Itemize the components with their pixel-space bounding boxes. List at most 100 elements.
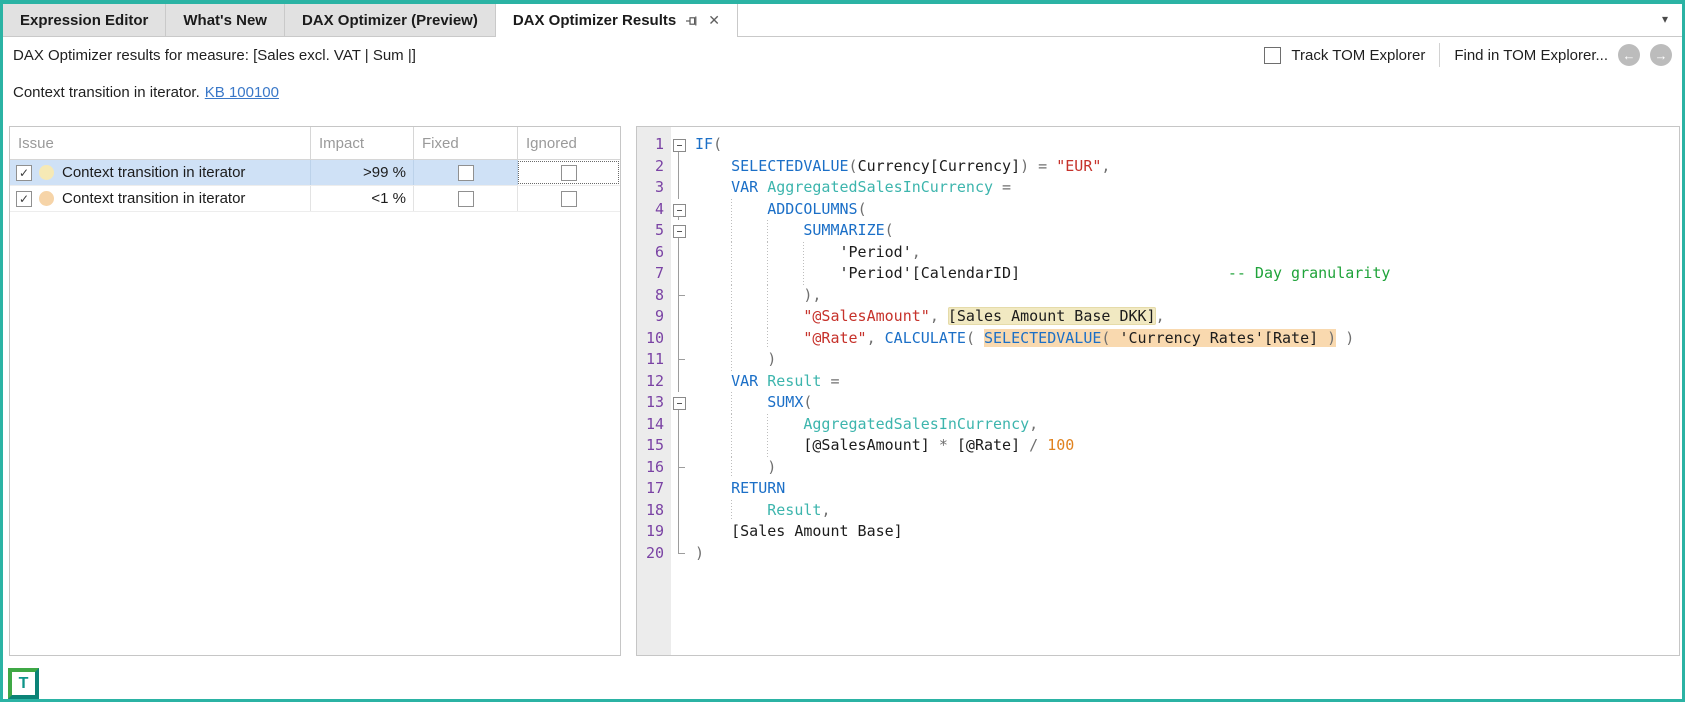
impact-cell: >99 % [310, 160, 413, 185]
tab-bar: Expression Editor What's New DAX Optimizer… [3, 4, 1682, 37]
nav-back-button[interactable]: ← [1618, 44, 1640, 66]
code-panel: 1 IF(2 SELECTEDVALUE(Currency[Currency]) … [636, 126, 1680, 656]
severity-dot-icon [39, 191, 54, 206]
code-text[interactable]: Result, [687, 499, 1679, 521]
code-line: 3 VAR AggregatedSalesInCurrency = [637, 177, 1679, 199]
code-text[interactable]: ), [687, 284, 1679, 306]
results-toolbar: DAX Optimizer results for measure: [Sale… [3, 37, 1682, 73]
fold-marker-icon [671, 542, 687, 565]
code-text[interactable]: [Sales Amount Base] [687, 521, 1679, 543]
fold-marker-icon[interactable] [671, 392, 687, 414]
code-text[interactable]: [@SalesAmount] * [@Rate] / 100 [687, 435, 1679, 457]
kb-link[interactable]: KB 100100 [205, 84, 279, 101]
code-line: 6 'Period', [637, 241, 1679, 264]
nav-forward-button[interactable]: → [1650, 44, 1672, 66]
fold-marker-icon [671, 456, 687, 479]
line-number: 14 [645, 414, 664, 433]
code-text[interactable]: AggregatedSalesInCurrency, [687, 413, 1679, 435]
column-header-impact[interactable]: Impact [310, 127, 413, 159]
code-text[interactable]: "@SalesAmount", [Sales Amount Base DKK], [687, 306, 1679, 328]
tab-what-s-new[interactable]: What's New [166, 4, 285, 37]
line-number: 3 [654, 178, 664, 196]
table-row[interactable]: ✓ Context transition in iterator <1 % [10, 186, 620, 212]
code-line: 1 IF( [637, 134, 1679, 156]
code-line: 8 ), [637, 284, 1679, 306]
code-line: 13 SUMX( [637, 392, 1679, 414]
code-text[interactable]: ADDCOLUMNS( [687, 198, 1679, 220]
impact-cell: <1 % [310, 186, 413, 211]
find-in-tom-explorer-button[interactable]: Find in TOM Explorer... [1454, 47, 1608, 64]
fold-marker-icon [671, 327, 687, 350]
code-text[interactable]: "@Rate", CALCULATE( SELECTEDVALUE( 'Curr… [687, 327, 1679, 349]
fold-marker-icon [671, 435, 687, 457]
fold-marker-icon [671, 413, 687, 436]
line-number: 19 [645, 522, 664, 540]
tab-bar-filler: ▾ [737, 4, 1682, 37]
fold-marker-icon [671, 263, 687, 285]
fold-marker-icon[interactable] [671, 134, 687, 156]
table-row[interactable]: ✓ Context transition in iterator >99 % [10, 160, 620, 186]
code-text[interactable]: ) [687, 456, 1679, 478]
code-line: 14 AggregatedSalesInCurrency, [637, 413, 1679, 436]
column-header-fixed[interactable]: Fixed [413, 127, 517, 159]
issue-label: Context transition in iterator [62, 164, 246, 181]
code-line: 2 SELECTEDVALUE(Currency[Currency]) = "E… [637, 155, 1679, 178]
issue-label: Context transition in iterator [62, 190, 246, 207]
toolbar-right: Track TOM Explorer Find in TOM Explorer.… [1264, 37, 1672, 73]
line-number: 20 [645, 543, 664, 562]
line-number: 15 [645, 436, 664, 454]
column-header-ignored[interactable]: Ignored [517, 127, 620, 159]
issue-cell: ✓ Context transition in iterator [10, 160, 310, 185]
column-header-issue[interactable]: Issue [10, 127, 310, 159]
fixed-checkbox[interactable] [457, 164, 474, 181]
code-text[interactable]: SUMMARIZE( [687, 220, 1679, 242]
code-line: 10 "@Rate", CALCULATE( SELECTEDVALUE( 'C… [637, 327, 1679, 350]
code-text[interactable]: RETURN [687, 478, 1679, 500]
issue-checkbox[interactable]: ✓ [16, 190, 32, 207]
line-number: 7 [654, 264, 664, 282]
tab-dax-optimizer-preview[interactable]: DAX Optimizer (Preview) [284, 4, 496, 37]
issues-table-header: Issue Impact Fixed Ignored [10, 127, 620, 160]
toolbar-separator [1439, 43, 1441, 67]
code-line: 5 SUMMARIZE( [637, 220, 1679, 242]
line-number: 10 [645, 328, 664, 347]
code-text[interactable]: 'Period', [687, 241, 1679, 263]
code-text[interactable]: SELECTEDVALUE(Currency[Currency]) = "EUR… [687, 156, 1679, 178]
fixed-checkbox[interactable] [457, 190, 474, 207]
track-tom-explorer-checkbox[interactable] [1264, 46, 1282, 64]
code-text[interactable]: ) [687, 543, 1679, 565]
code-text[interactable]: VAR Result = [687, 371, 1679, 393]
code-text[interactable]: SUMX( [687, 392, 1679, 414]
ignored-cell [517, 186, 620, 211]
code-line: 9 "@SalesAmount", [Sales Amount Base DKK… [637, 306, 1679, 328]
close-icon[interactable]: ✕ [708, 12, 720, 29]
code-line: 4 ADDCOLUMNS( [637, 198, 1679, 221]
ignored-checkbox[interactable] [561, 164, 577, 181]
fold-marker-icon [671, 306, 687, 328]
app-window: Expression Editor What's New DAX Optimizer… [0, 0, 1685, 702]
tab-dax-optimizer-results[interactable]: DAX Optimizer Results ✕ [495, 4, 738, 37]
fold-marker-icon [671, 499, 687, 522]
fold-marker-icon [671, 177, 687, 199]
tab-label: DAX Optimizer Results [512, 12, 677, 29]
issue-checkbox[interactable]: ✓ [16, 164, 32, 181]
code-line: 15 [@SalesAmount] * [@Rate] / 100 [637, 435, 1679, 457]
line-number: 5 [654, 221, 664, 239]
tab-expression-editor[interactable]: Expression Editor [3, 4, 167, 37]
code-line: 12 VAR Result = [637, 370, 1679, 393]
fold-marker-icon [671, 241, 687, 264]
fold-marker-icon [671, 521, 687, 543]
fold-marker-icon[interactable] [671, 220, 687, 242]
code-text[interactable]: VAR AggregatedSalesInCurrency = [687, 177, 1679, 199]
code-text[interactable]: IF( [687, 134, 1679, 156]
issues-panel: Issue Impact Fixed Ignored ✓ Context tran… [9, 126, 621, 656]
code-line: 16 ) [637, 456, 1679, 479]
line-number: 12 [645, 371, 664, 390]
tab-list-dropdown-icon[interactable]: ▾ [1662, 12, 1668, 26]
pin-icon[interactable] [685, 14, 699, 28]
code-text[interactable]: 'Period'[CalendarID] -- Day granularity [687, 263, 1679, 285]
code-text[interactable]: ) [687, 349, 1679, 371]
fold-marker-icon[interactable] [671, 199, 687, 221]
ignored-checkbox[interactable] [561, 190, 577, 207]
line-number: 2 [654, 156, 664, 175]
